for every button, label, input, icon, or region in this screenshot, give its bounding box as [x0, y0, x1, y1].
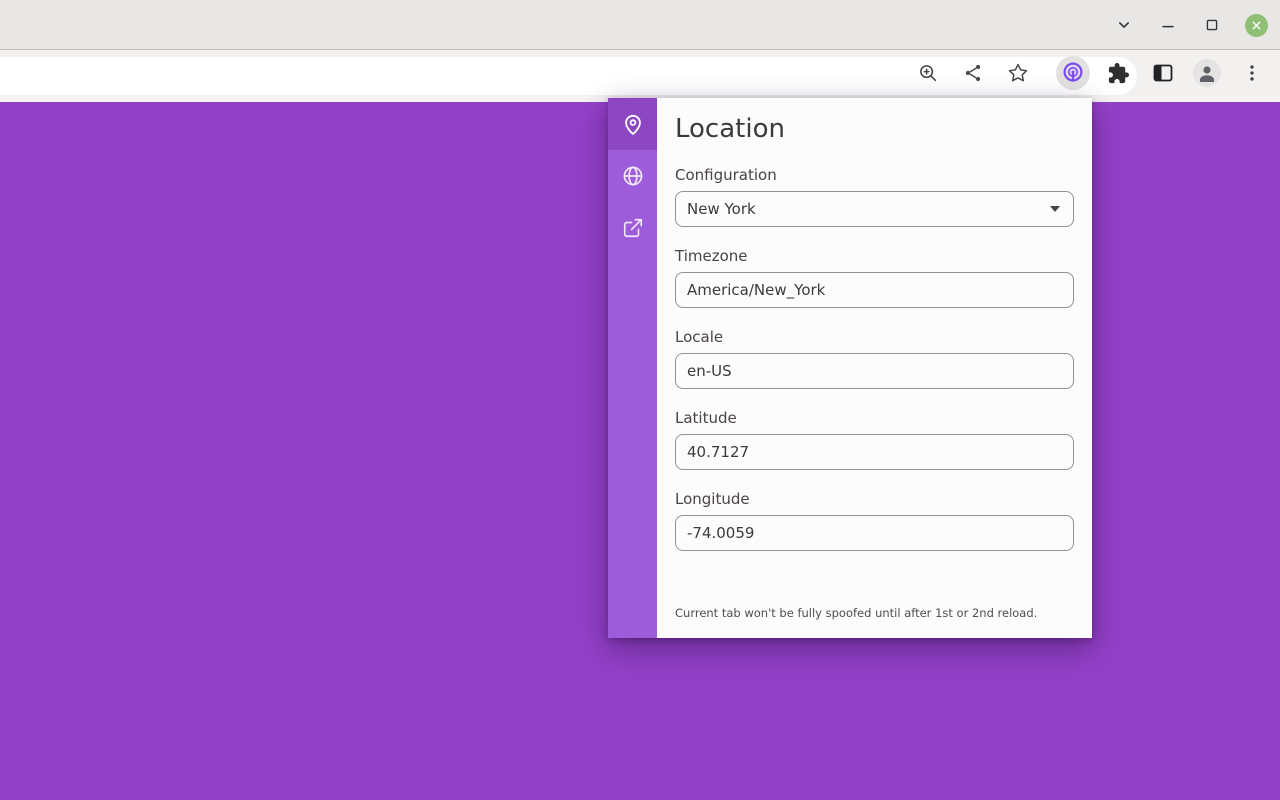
longitude-field: Longitude — [675, 490, 1074, 551]
maximize-icon[interactable] — [1200, 13, 1224, 37]
external-link-icon — [622, 217, 644, 239]
titlebar — [0, 0, 1280, 50]
timezone-input[interactable] — [675, 272, 1074, 308]
window-controls — [1112, 0, 1280, 50]
minimize-icon[interactable] — [1156, 13, 1180, 37]
sidebar-item-location[interactable] — [608, 98, 657, 150]
location-pin-icon — [620, 111, 646, 137]
sidebar-item-external[interactable] — [608, 202, 657, 254]
browser-toolbar — [0, 50, 1280, 96]
locale-label: Locale — [675, 328, 1074, 346]
footer-note: Current tab won't be fully spoofed until… — [675, 606, 1078, 620]
close-icon[interactable] — [1244, 13, 1268, 37]
popup-title: Location — [675, 112, 1074, 146]
menu-kebab-icon[interactable] — [1240, 61, 1264, 85]
vytal-extension-icon[interactable] — [1060, 60, 1086, 86]
latitude-input[interactable] — [675, 434, 1074, 470]
locale-field: Locale — [675, 328, 1074, 389]
chevron-down-icon — [1050, 206, 1060, 212]
share-icon[interactable] — [961, 61, 985, 85]
globe-icon — [621, 164, 645, 188]
chevron-down-icon[interactable] — [1112, 13, 1136, 37]
timezone-label: Timezone — [675, 247, 1074, 265]
popup-content: Location Configuration New York Timezone… — [657, 98, 1092, 638]
sidebar-item-globe[interactable] — [608, 150, 657, 202]
configuration-field: Configuration New York — [675, 166, 1074, 227]
locale-input[interactable] — [675, 353, 1074, 389]
longitude-label: Longitude — [675, 490, 1074, 508]
configuration-select[interactable]: New York — [675, 191, 1074, 227]
configuration-label: Configuration — [675, 166, 1074, 184]
zoom-in-icon[interactable] — [916, 61, 940, 85]
extension-popup: Location Configuration New York Timezone… — [608, 98, 1092, 638]
extensions-puzzle-icon[interactable] — [1106, 61, 1130, 85]
side-panel-icon[interactable] — [1151, 61, 1175, 85]
profile-avatar-icon[interactable] — [1193, 59, 1221, 87]
bookmark-star-icon[interactable] — [1006, 61, 1030, 85]
latitude-label: Latitude — [675, 409, 1074, 427]
longitude-input[interactable] — [675, 515, 1074, 551]
configuration-value: New York — [687, 200, 756, 218]
popup-sidebar — [608, 98, 657, 638]
latitude-field: Latitude — [675, 409, 1074, 470]
timezone-field: Timezone — [675, 247, 1074, 308]
extension-active-highlight — [1056, 56, 1090, 90]
